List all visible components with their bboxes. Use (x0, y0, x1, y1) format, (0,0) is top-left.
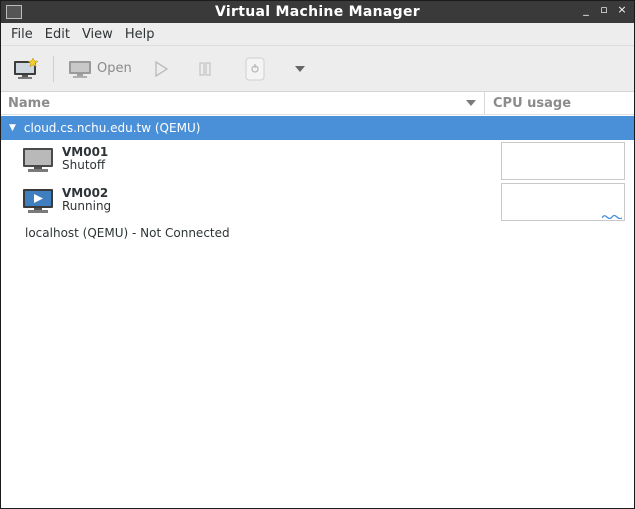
run-button[interactable] (152, 60, 170, 78)
window-title: Virtual Machine Manager (215, 4, 420, 20)
cpu-usage-graph (501, 183, 625, 221)
monitor-off-icon (22, 147, 54, 177)
toolbar-separator (53, 55, 54, 82)
vm-info: VM001 Shutoff (62, 146, 108, 172)
shutdown-button[interactable] (244, 57, 266, 81)
window-controls: _ ▫ × (580, 3, 628, 16)
minimize-button[interactable]: _ (580, 3, 592, 16)
pause-icon (199, 61, 211, 76)
connection-row[interactable]: ▼ cloud.cs.nchu.edu.tw (QEMU) (1, 116, 634, 140)
dropdown-arrow-icon (294, 65, 305, 72)
new-vm-icon (14, 57, 39, 79)
expander-open-icon[interactable]: ▼ (9, 123, 16, 133)
title-bar[interactable]: Virtual Machine Manager _ ▫ × (1, 1, 634, 23)
open-button[interactable]: Open (68, 59, 132, 79)
connection-row[interactable]: localhost (QEMU) - Not Connected (1, 222, 634, 244)
open-label: Open (97, 61, 132, 76)
list-header: Name CPU usage (1, 92, 634, 115)
monitor-running-icon (22, 188, 54, 218)
sort-arrow-icon (466, 99, 476, 106)
menu-view[interactable]: View (76, 27, 119, 42)
monitor-icon (69, 60, 91, 78)
column-name-label: Name (8, 95, 51, 111)
shutdown-menu-button[interactable] (294, 65, 306, 73)
column-header-name[interactable]: Name (1, 92, 485, 114)
new-vm-button[interactable] (13, 57, 39, 80)
menu-file[interactable]: File (5, 27, 39, 42)
main-window: Virtual Machine Manager _ ▫ × File Edit … (0, 0, 635, 509)
column-header-cpu[interactable]: CPU usage (485, 96, 571, 111)
connection-label: localhost (QEMU) - Not Connected (25, 226, 230, 240)
vm-row[interactable]: VM001 Shutoff (1, 140, 634, 181)
maximize-button[interactable]: ▫ (598, 3, 610, 16)
close-button[interactable]: × (616, 3, 628, 16)
cpu-sparkline (602, 214, 622, 219)
pause-button[interactable] (196, 60, 214, 78)
toolbar: Open (1, 46, 634, 92)
vm-state: Shutoff (62, 158, 106, 172)
cpu-usage-graph (501, 142, 625, 180)
menu-bar: File Edit View Help (1, 23, 634, 46)
power-icon (245, 57, 265, 80)
play-icon (155, 60, 169, 77)
connection-label: cloud.cs.nchu.edu.tw (QEMU) (23, 121, 201, 135)
menu-help[interactable]: Help (119, 27, 161, 42)
vm-state: Running (62, 199, 112, 213)
vm-row[interactable]: VM002 Running (1, 181, 634, 222)
vm-info: VM002 Running (62, 187, 111, 213)
menu-edit[interactable]: Edit (39, 27, 76, 42)
